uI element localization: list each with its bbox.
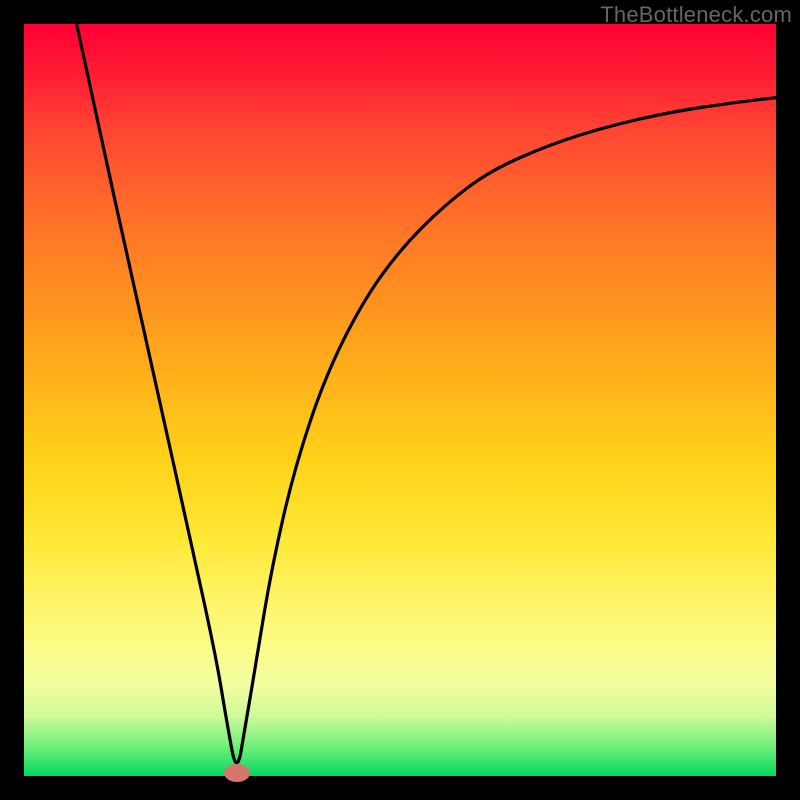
bottleneck-curve <box>24 24 776 776</box>
watermark-text: TheBottleneck.com <box>600 2 792 28</box>
chart-frame: TheBottleneck.com <box>0 0 800 800</box>
min-marker <box>224 764 250 782</box>
